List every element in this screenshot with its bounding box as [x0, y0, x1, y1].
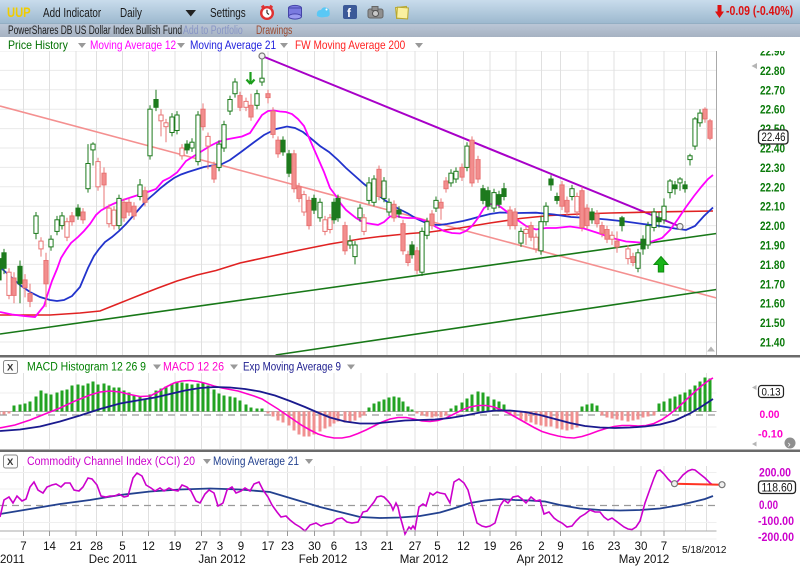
svg-text:30: 30 — [308, 541, 321, 553]
svg-text:19: 19 — [484, 541, 497, 553]
svg-text:21.90: 21.90 — [760, 241, 785, 253]
svg-text:5: 5 — [119, 541, 125, 553]
svg-text:118.60: 118.60 — [762, 483, 793, 495]
svg-text:9: 9 — [557, 541, 563, 553]
svg-text:19: 19 — [169, 541, 182, 553]
svg-text:28: 28 — [90, 541, 103, 553]
svg-text:22.60: 22.60 — [760, 105, 785, 117]
svg-text:5/18/2012: 5/18/2012 — [682, 545, 727, 556]
svg-text:23: 23 — [281, 541, 294, 553]
svg-text:-0.10: -0.10 — [758, 429, 783, 441]
svg-text:22.30: 22.30 — [760, 163, 785, 175]
svg-text:12: 12 — [142, 541, 155, 553]
svg-text:22.70: 22.70 — [760, 85, 785, 97]
svg-text:22.20: 22.20 — [760, 182, 785, 194]
svg-text:0.00: 0.00 — [760, 409, 780, 421]
svg-text:9: 9 — [238, 541, 244, 553]
svg-text:May 2012: May 2012 — [619, 554, 670, 566]
svg-text:-200.00: -200.00 — [758, 532, 794, 544]
svg-text:21: 21 — [70, 541, 83, 553]
svg-text:21.80: 21.80 — [760, 260, 785, 272]
svg-text:7: 7 — [20, 541, 26, 553]
svg-text:2011: 2011 — [0, 554, 25, 566]
svg-text:3: 3 — [217, 541, 223, 553]
svg-text:0.13: 0.13 — [762, 387, 781, 399]
svg-text:27: 27 — [409, 541, 422, 553]
svg-text:Commodity Channel Index (CCI): Commodity Channel Index (CCI) 20 — [27, 456, 195, 468]
svg-text:30: 30 — [635, 541, 648, 553]
svg-text:5: 5 — [434, 541, 440, 553]
svg-text:Feb 2012: Feb 2012 — [299, 554, 348, 566]
svg-text:Apr 2012: Apr 2012 — [517, 554, 564, 566]
svg-text:›: › — [788, 439, 791, 450]
svg-text:Dec 2011: Dec 2011 — [89, 554, 137, 566]
svg-text:22.10: 22.10 — [760, 202, 785, 214]
svg-text:200.00: 200.00 — [759, 468, 791, 480]
svg-text:22.40: 22.40 — [760, 144, 785, 156]
svg-text:14: 14 — [43, 541, 56, 553]
svg-text:16: 16 — [582, 541, 595, 553]
svg-text:21.60: 21.60 — [760, 299, 785, 311]
svg-text:Mar 2012: Mar 2012 — [400, 554, 449, 566]
svg-text:-100.00: -100.00 — [758, 516, 794, 528]
svg-text:MACD Histogram 12 26 9: MACD Histogram 12 26 9 — [27, 362, 146, 374]
svg-text:X: X — [7, 363, 14, 374]
svg-text:0.00: 0.00 — [759, 500, 778, 512]
svg-text:X: X — [7, 457, 14, 468]
svg-text:Moving Average 21: Moving Average 21 — [213, 456, 299, 468]
svg-text:22.80: 22.80 — [760, 66, 785, 78]
svg-text:2: 2 — [538, 541, 544, 553]
svg-text:Jan 2012: Jan 2012 — [198, 554, 245, 566]
svg-text:17: 17 — [262, 541, 275, 553]
svg-text:Exp Moving Average 9: Exp Moving Average 9 — [243, 362, 341, 374]
svg-text:27: 27 — [195, 541, 208, 553]
svg-text:22.46: 22.46 — [762, 132, 786, 144]
svg-text:21: 21 — [381, 541, 394, 553]
svg-text:22.00: 22.00 — [760, 221, 785, 233]
svg-text:21.50: 21.50 — [760, 318, 785, 330]
svg-text:6: 6 — [331, 541, 337, 553]
svg-text:13: 13 — [355, 541, 368, 553]
svg-text:MACD 12 26: MACD 12 26 — [163, 362, 224, 374]
svg-text:12: 12 — [457, 541, 470, 553]
svg-text:23: 23 — [608, 541, 621, 553]
svg-text:21.40: 21.40 — [760, 338, 785, 350]
svg-text:21.70: 21.70 — [760, 279, 785, 291]
svg-text:26: 26 — [510, 541, 523, 553]
svg-text:7: 7 — [661, 541, 667, 553]
